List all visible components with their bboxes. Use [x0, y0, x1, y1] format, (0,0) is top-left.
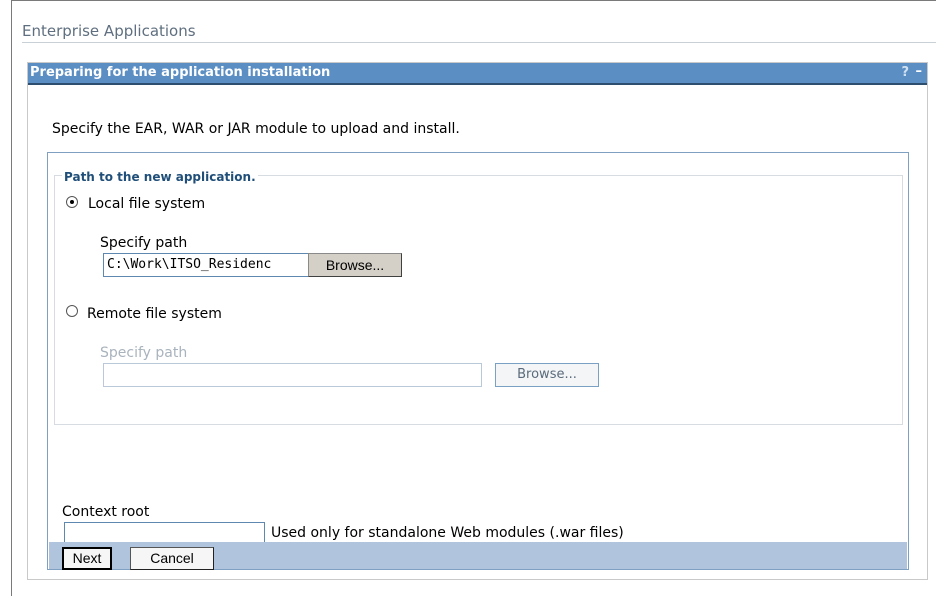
local-file-system-radio[interactable]: [66, 196, 78, 208]
next-button[interactable]: Next: [62, 547, 112, 570]
portlet-title: Preparing for the application installati…: [30, 65, 331, 80]
context-root-label: Context root: [62, 504, 150, 520]
local-file-system-label[interactable]: Local file system: [88, 196, 205, 212]
button-bar: Next Cancel: [49, 542, 907, 570]
page-title: Enterprise Applications: [22, 22, 196, 40]
instruction-text: Specify the EAR, WAR or JAR module to up…: [52, 121, 460, 137]
remote-specify-path-label: Specify path: [100, 345, 188, 361]
remote-browse-button[interactable]: Browse...: [495, 363, 599, 387]
help-icon[interactable]: ?: [901, 65, 909, 80]
minimize-icon[interactable]: –: [916, 64, 923, 79]
portlet-header: Preparing for the application installati…: [28, 63, 927, 85]
cancel-button[interactable]: Cancel: [130, 547, 214, 570]
install-portlet: Preparing for the application installati…: [27, 62, 928, 580]
local-specify-path-label: Specify path: [100, 235, 188, 251]
remote-path-input[interactable]: [103, 363, 482, 387]
remote-file-system-radio[interactable]: [66, 305, 78, 317]
upload-form: Path to the new application. Local file …: [47, 152, 909, 570]
path-fieldset: [54, 175, 903, 425]
local-browse-button[interactable]: Browse...: [308, 253, 402, 277]
title-divider: [22, 42, 936, 43]
context-root-hint: Used only for standalone Web modules (.w…: [271, 525, 624, 541]
local-path-input[interactable]: C:\Work\ITSO_Residenc: [103, 253, 309, 277]
remote-file-system-label[interactable]: Remote file system: [87, 306, 222, 322]
path-legend: Path to the new application.: [62, 170, 258, 184]
